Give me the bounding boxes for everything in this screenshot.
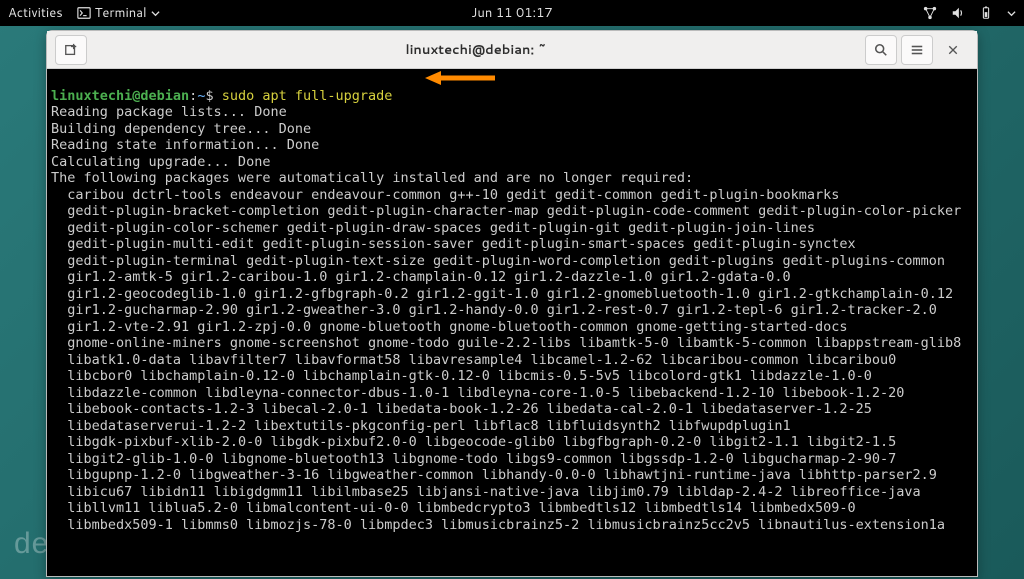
- chevron-down-icon: [151, 9, 160, 18]
- activities-button[interactable]: Activities: [8, 4, 63, 22]
- search-button[interactable]: [865, 35, 897, 65]
- hamburger-icon: [910, 43, 924, 57]
- volume-icon[interactable]: [951, 6, 965, 20]
- search-icon: [874, 43, 888, 57]
- clock[interactable]: Jun 11 01:17: [471, 4, 552, 22]
- terminal-output: Reading package lists... Done Building d…: [51, 104, 961, 533]
- new-tab-button[interactable]: [55, 35, 87, 65]
- app-menu-label: Terminal: [95, 4, 147, 22]
- terminal-window: linuxtechi@debian: ~ linuxtechi@debian:~…: [46, 30, 978, 577]
- app-menu-terminal[interactable]: Terminal: [77, 4, 160, 22]
- prompt-userhost: linuxtechi@debian: [51, 88, 189, 104]
- terminal-content[interactable]: linuxtechi@debian:~$ sudo apt full-upgra…: [47, 69, 977, 576]
- window-title: linuxtechi@debian: ~: [89, 41, 863, 59]
- battery-icon[interactable]: [979, 6, 993, 20]
- close-icon: [947, 44, 959, 56]
- new-tab-icon: [64, 43, 78, 57]
- prompt-command: sudo apt full-upgrade: [222, 88, 393, 104]
- terminal-icon: [77, 6, 91, 20]
- window-titlebar: linuxtechi@debian: ~: [47, 31, 977, 69]
- chevron-down-icon[interactable]: [1007, 9, 1016, 18]
- annotation-arrow: [425, 70, 495, 86]
- prompt-symbol: $: [205, 88, 213, 104]
- close-button[interactable]: [937, 35, 969, 65]
- menu-button[interactable]: [901, 35, 933, 65]
- gnome-top-bar: Activities Terminal Jun 11 01:17: [0, 0, 1024, 26]
- network-icon[interactable]: [923, 6, 937, 20]
